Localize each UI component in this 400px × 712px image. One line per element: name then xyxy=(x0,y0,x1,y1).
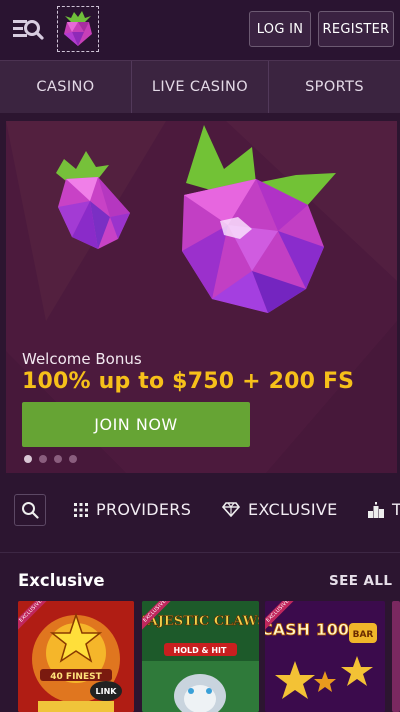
see-all-link[interactable]: SEE ALL xyxy=(329,573,392,589)
carousel-dot[interactable] xyxy=(39,455,47,463)
svg-text:HOLD & HIT: HOLD & HIT xyxy=(174,646,227,655)
join-now-button[interactable]: JOIN NOW xyxy=(22,402,250,447)
podium-icon xyxy=(368,501,384,518)
nav-sports[interactable]: SPORTS xyxy=(269,61,400,113)
search-icon xyxy=(22,502,39,519)
svg-text:MAJESTIC CLAWS: MAJESTIC CLAWS xyxy=(142,614,259,629)
filter-exclusive[interactable]: EXCLUSIVE xyxy=(222,500,338,519)
register-button[interactable]: REGISTER xyxy=(318,11,394,47)
svg-text:LINK: LINK xyxy=(96,687,118,696)
filter-exclusive-label: EXCLUSIVE xyxy=(248,500,338,519)
search-button[interactable] xyxy=(14,494,46,526)
welcome-bonus-banner[interactable]: Welcome Bonus 100% up to $750 + 200 FS J… xyxy=(6,121,397,473)
game-tile-partial[interactable] xyxy=(392,601,400,712)
game-artwork: CASH 100 BAR xyxy=(265,601,385,712)
menu-search-icon[interactable] xyxy=(12,14,44,44)
nav-casino[interactable]: CASINO xyxy=(0,61,132,113)
game-tile-majestic-claws[interactable]: MAJESTIC CLAWS HOLD & HIT EXCLUSIVE xyxy=(142,601,259,712)
game-tile-cash-100[interactable]: CASH 100 BAR EXCLUSIVE xyxy=(265,601,385,712)
filter-top-label: T xyxy=(392,500,400,519)
header: LOG IN REGISTER xyxy=(0,0,400,60)
nav-live-casino[interactable]: LIVE CASINO xyxy=(132,61,269,113)
section-divider xyxy=(0,552,400,553)
game-artwork: MAJESTIC CLAWS HOLD & HIT xyxy=(142,601,259,712)
filter-providers[interactable]: PROVIDERS xyxy=(74,500,191,519)
bonus-offer-text: 100% up to $750 + 200 FS xyxy=(22,369,355,394)
filter-providers-label: PROVIDERS xyxy=(96,500,192,519)
game-artwork: 40 FINEST LINK xyxy=(18,601,134,712)
welcome-bonus-label: Welcome Bonus xyxy=(22,350,142,368)
section-title: Exclusive xyxy=(18,571,105,590)
svg-text:CASH 100: CASH 100 xyxy=(265,620,349,639)
game-filter-bar: PROVIDERS EXCLUSIVE T xyxy=(0,494,400,536)
svg-text:BAR: BAR xyxy=(353,630,374,640)
diamond-icon xyxy=(222,502,240,517)
raspberry-logo-icon[interactable] xyxy=(57,6,99,52)
game-tile-40-finest[interactable]: 40 FINEST LINK EXCLUSIVE xyxy=(18,601,134,712)
login-button[interactable]: LOG IN xyxy=(249,11,311,47)
carousel-dot[interactable] xyxy=(69,455,77,463)
svg-text:40 FINEST: 40 FINEST xyxy=(50,672,102,682)
carousel-dot-active[interactable] xyxy=(24,455,32,463)
main-nav: CASINO LIVE CASINO SPORTS xyxy=(0,60,400,113)
filter-top[interactable]: T xyxy=(368,500,400,519)
carousel-dots xyxy=(24,455,77,463)
carousel-dot[interactable] xyxy=(54,455,62,463)
grid-icon xyxy=(74,502,88,517)
